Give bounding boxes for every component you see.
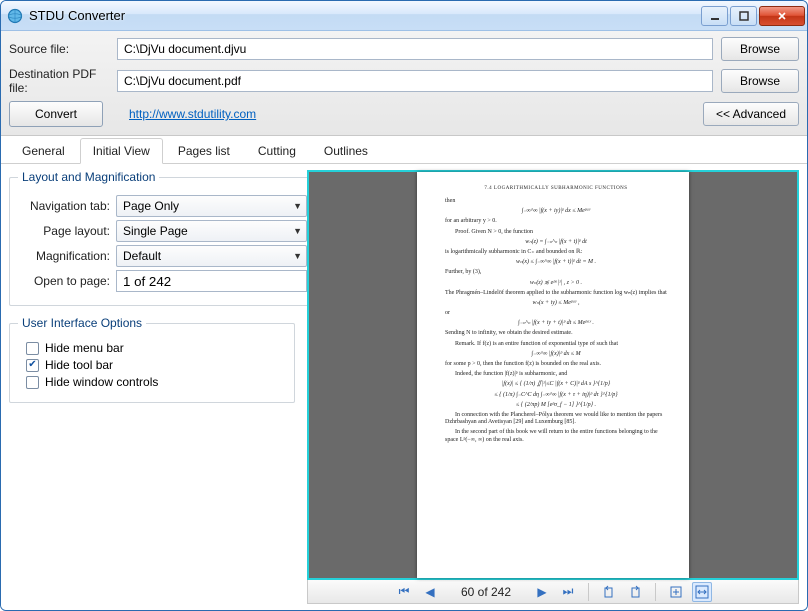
rotate-right-button[interactable] <box>625 582 645 602</box>
tab-pages-list[interactable]: Pages list <box>165 138 243 164</box>
source-file-label: Source file: <box>9 42 117 56</box>
fit-width-button[interactable] <box>692 582 712 602</box>
hide-tool-label: Hide tool bar <box>45 358 113 372</box>
chevron-down-icon: ▼ <box>293 226 302 236</box>
app-icon <box>7 8 23 24</box>
page-text: for an arbitrary y > 0. <box>445 218 667 225</box>
tab-initial-view[interactable]: Initial View <box>80 138 163 164</box>
page-equation: wₙ(z) = ∫₋ₙ^ₙ |f(x + t)|ᵖ dt <box>445 239 667 246</box>
window-controls <box>699 6 805 26</box>
ui-group-legend: User Interface Options <box>18 316 146 330</box>
prev-page-button[interactable]: ◀ <box>420 582 440 602</box>
page-layout-select[interactable]: Single Page ▼ <box>116 220 307 242</box>
main-window: STDU Converter Source file: Browse Desti… <box>0 0 808 611</box>
tab-outlines[interactable]: Outlines <box>311 138 381 164</box>
fit-page-button[interactable] <box>666 582 686 602</box>
page-header: 7.4 LOGARITHMICALLY SUBHARMONIC FUNCTION… <box>445 186 667 192</box>
rotate-left-button[interactable] <box>599 582 619 602</box>
page-text: Further, by (3), <box>445 269 667 276</box>
tab-bar: General Initial View Pages list Cutting … <box>1 136 807 164</box>
window-title: STDU Converter <box>29 8 699 23</box>
website-link[interactable]: http://www.stdutility.com <box>103 107 695 121</box>
close-button[interactable] <box>759 6 805 26</box>
destination-file-label: Destination PDF file: <box>9 67 117 95</box>
page-text: Remark. If f(z) is an entire function of… <box>445 341 667 348</box>
page-layout-value: Single Page <box>123 224 188 238</box>
page-text: for some p > 0, then the function f(z) i… <box>445 361 667 368</box>
titlebar[interactable]: STDU Converter <box>1 1 807 31</box>
page-text: The Phragmén–Lindelöf theorem applied to… <box>445 290 667 297</box>
file-selection-area: Source file: Browse Destination PDF file… <box>1 31 807 136</box>
layout-group-legend: Layout and Magnification <box>18 170 159 184</box>
browse-source-button[interactable]: Browse <box>721 37 799 61</box>
viewer-toolbar: ⏮ ◀ 60 of 242 ▶ ⏭ <box>307 580 799 604</box>
layout-magnification-group: Layout and Magnification Navigation tab:… <box>9 170 316 306</box>
source-file-input[interactable] <box>117 38 713 60</box>
page-text: Sending N to infinity, we obtain the des… <box>445 330 667 337</box>
document-viewer[interactable]: 7.4 LOGARITHMICALLY SUBHARMONIC FUNCTION… <box>307 170 799 580</box>
toolbar-separator <box>588 583 589 601</box>
page-equation: wₙ(x) ≤ ∫₋∞^∞ |f(x + t)|ᵖ dt = M . <box>445 259 667 266</box>
hide-window-label: Hide window controls <box>45 375 158 389</box>
browse-destination-button[interactable]: Browse <box>721 69 799 93</box>
page-layout-label: Page layout: <box>18 224 110 238</box>
page-text: In connection with the Plancherel–Pólya … <box>445 412 667 426</box>
page-equation: wₙ(x + iy) ≤ Meᵖᵃʸ , <box>445 300 667 307</box>
settings-panel: Layout and Magnification Navigation tab:… <box>1 164 303 610</box>
open-to-page-label: Open to page: <box>18 274 110 288</box>
hide-menu-label: Hide menu bar <box>45 341 124 355</box>
magnification-value: Default <box>123 249 161 263</box>
page-text: Proof. Given N > 0, the function <box>445 229 667 236</box>
page-text: In the second part of this book we will … <box>445 429 667 443</box>
advanced-toggle-button[interactable]: << Advanced <box>703 102 799 126</box>
page-equation: wₙ(z) ≲ eᵖᵃ|ᶻ| , z > 0 . <box>445 280 667 287</box>
next-page-button[interactable]: ▶ <box>532 582 552 602</box>
page-equation: ∫₋∞^∞ |f(x)|ᵖ dx ≤ M <box>445 351 667 358</box>
destination-file-input[interactable] <box>117 70 713 92</box>
hide-menu-checkbox[interactable] <box>26 342 39 355</box>
page-text: is logarithmically subharmonic in C₊ and… <box>445 249 667 256</box>
page-equation: ≤ { (1/π) ∫₋C^C dη ∫₋∞^∞ |f(x + τ + iη)|… <box>445 392 667 399</box>
tab-general[interactable]: General <box>9 138 78 164</box>
convert-button[interactable]: Convert <box>9 101 103 127</box>
page-text: then <box>445 198 667 205</box>
navigation-tab-label: Navigation tab: <box>18 199 110 213</box>
open-to-page-input[interactable] <box>116 270 307 292</box>
navigation-tab-select[interactable]: Page Only ▼ <box>116 195 307 217</box>
chevron-down-icon: ▼ <box>293 201 302 211</box>
page-equation: |f(x)| ≤ { (1/π) ∬|ᶻ|≤C |f(x + C)|ᵖ dA s… <box>445 381 667 388</box>
page-text: Indeed, the function |f(z)|ᵖ is subharmo… <box>445 371 667 378</box>
hide-tool-checkbox[interactable] <box>26 359 39 372</box>
tab-cutting[interactable]: Cutting <box>245 138 309 164</box>
navigation-tab-value: Page Only <box>123 199 179 213</box>
document-page: 7.4 LOGARITHMICALLY SUBHARMONIC FUNCTION… <box>417 172 689 578</box>
minimize-button[interactable] <box>701 6 728 26</box>
magnification-select[interactable]: Default ▼ <box>116 245 307 267</box>
first-page-button[interactable]: ⏮ <box>394 582 414 602</box>
page-indicator: 60 of 242 <box>446 585 526 599</box>
toolbar-separator <box>655 583 656 601</box>
page-equation: ∫₋∞^∞ |f(x + iy)|ᵖ dx ≤ Meᵖᵃʸ <box>445 208 667 215</box>
magnification-label: Magnification: <box>18 249 110 263</box>
chevron-down-icon: ▼ <box>293 251 302 261</box>
preview-panel: 7.4 LOGARITHMICALLY SUBHARMONIC FUNCTION… <box>303 164 807 610</box>
hide-window-checkbox[interactable] <box>26 376 39 389</box>
ui-options-group: User Interface Options Hide menu bar Hid… <box>9 316 295 403</box>
page-equation: ≤ { (2/πp) M [eᵖσ_f − 1] }^{1/p} . <box>445 402 667 409</box>
last-page-button[interactable]: ⏭ <box>558 582 578 602</box>
page-equation: ∫₋ₙ^ₙ |f(x + iy + t)|ᵖ dt ≤ Meᵖᵃʸ . <box>445 320 667 327</box>
maximize-button[interactable] <box>730 6 757 26</box>
page-text: or <box>445 310 667 317</box>
